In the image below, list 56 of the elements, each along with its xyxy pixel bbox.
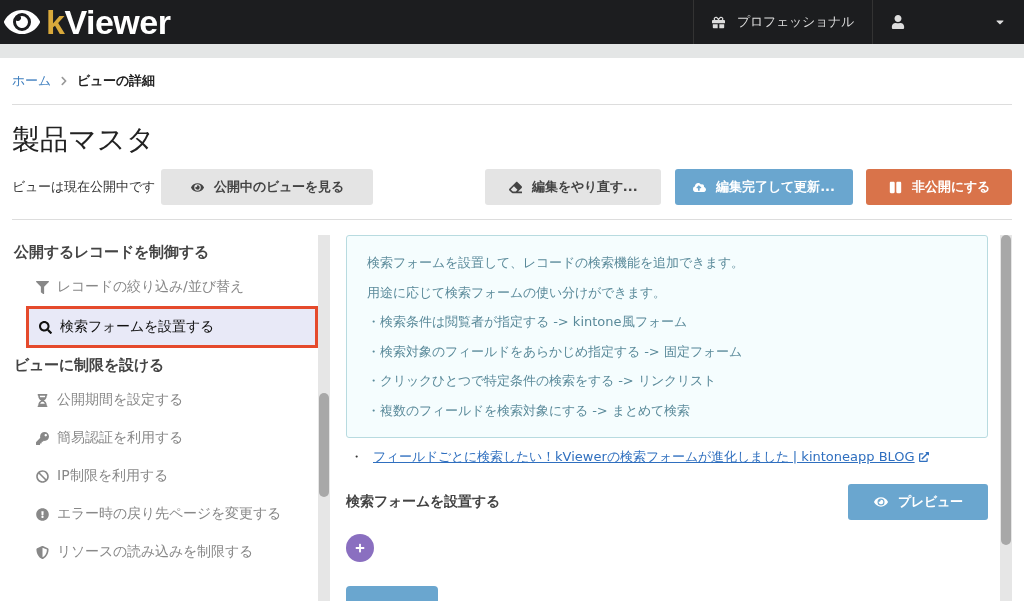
logo-text: kViewer: [46, 2, 171, 42]
sidebar-heading: ビューに制限を設ける: [13, 355, 165, 376]
shield-icon: [36, 545, 49, 559]
filter-icon: [36, 280, 49, 294]
plus-icon: [355, 543, 365, 553]
sidebar-item-label: 公開期間を設定する: [57, 391, 183, 409]
action-button[interactable]: 編集をやり直す...: [485, 169, 662, 205]
sidebar-item[interactable]: IP制限を利用する: [26, 457, 318, 495]
section-title: 検索フォームを設置する: [346, 493, 500, 511]
gift-icon: [712, 15, 725, 29]
sidebar-item-label: IP制限を利用する: [57, 467, 168, 485]
action-button[interactable]: 編集完了して更新...: [675, 169, 853, 205]
preview-button[interactable]: プレビュー: [848, 484, 988, 520]
cloud-upload-icon: [693, 180, 707, 194]
add-button[interactable]: [346, 534, 374, 562]
sidebar-item-label: レコードの絞り込み/並び替え: [57, 278, 244, 296]
breadcrumb-link[interactable]: ホーム: [12, 72, 51, 90]
sidebar-item[interactable]: レコードの絞り込み/並び替え: [26, 268, 318, 306]
sidebar-item-label: 検索フォームを設置する: [60, 318, 214, 336]
action-button[interactable]: 非公開にする: [866, 169, 1012, 205]
scrollbar[interactable]: [1000, 235, 1012, 601]
exclamation-icon: [36, 507, 49, 521]
pause-icon: [888, 180, 902, 194]
info-text: ・検索条件は閲覧者が指定する -> kintone風フォーム: [367, 313, 688, 331]
user-icon[interactable]: [891, 15, 905, 29]
external-link-icon: [918, 452, 929, 462]
scrollbar[interactable]: [318, 235, 330, 601]
sidebar-item[interactable]: 公開期間を設定する: [26, 381, 318, 419]
sidebar-item[interactable]: エラー時の戻り先ページを変更する: [26, 495, 318, 533]
eye-icon: [190, 180, 204, 194]
sidebar-item[interactable]: 簡易認証を利用する: [26, 419, 318, 457]
bullet: ・: [350, 448, 363, 466]
plan-label[interactable]: プロフェッショナル: [737, 13, 854, 31]
status-text: ビューは現在公開中です: [12, 178, 155, 196]
breadcrumb-current: ビューの詳細: [77, 72, 155, 90]
hourglass-icon: [36, 393, 49, 407]
sidebar-item-label: エラー時の戻り先ページを変更する: [57, 505, 281, 523]
info-text: 用途に応じて検索フォームの使い分けができます。: [367, 283, 667, 302]
info-text: ・クリックひとつで特定条件の検索をする -> リンクリスト: [367, 372, 717, 390]
info-text: 検索フォームを設置して、レコードの検索機能を追加できます。: [367, 254, 745, 272]
search-icon: [39, 320, 52, 334]
sidebar-heading: 公開するレコードを制御する: [12, 242, 210, 263]
chevron-icon: [59, 76, 69, 86]
ban-icon: [36, 469, 49, 483]
page-title: 製品マスタ: [12, 122, 156, 158]
info-text: ・検索対象のフィールドをあらかじめ指定する -> 固定フォーム: [367, 342, 743, 361]
blog-link[interactable]: フィールドごとに検索したい！kViewerの検索フォームが進化しました | kintoneapp BLOG: [373, 448, 929, 466]
key-icon: [36, 431, 49, 445]
eraser-icon: [508, 180, 522, 194]
sidebar-item[interactable]: 検索フォームを設置する: [26, 306, 318, 348]
sidebar-item-label: リソースの読み込みを制限する: [57, 543, 253, 561]
action-button[interactable]: 公開中のビューを見る: [161, 169, 373, 205]
sidebar-item[interactable]: リソースの読み込みを制限する: [26, 533, 318, 571]
eye-icon: [873, 495, 888, 509]
sidebar-item-label: 簡易認証を利用する: [57, 429, 183, 447]
info-text: ・複数のフィールドを検索対象にする -> まとめて検索: [367, 401, 691, 420]
